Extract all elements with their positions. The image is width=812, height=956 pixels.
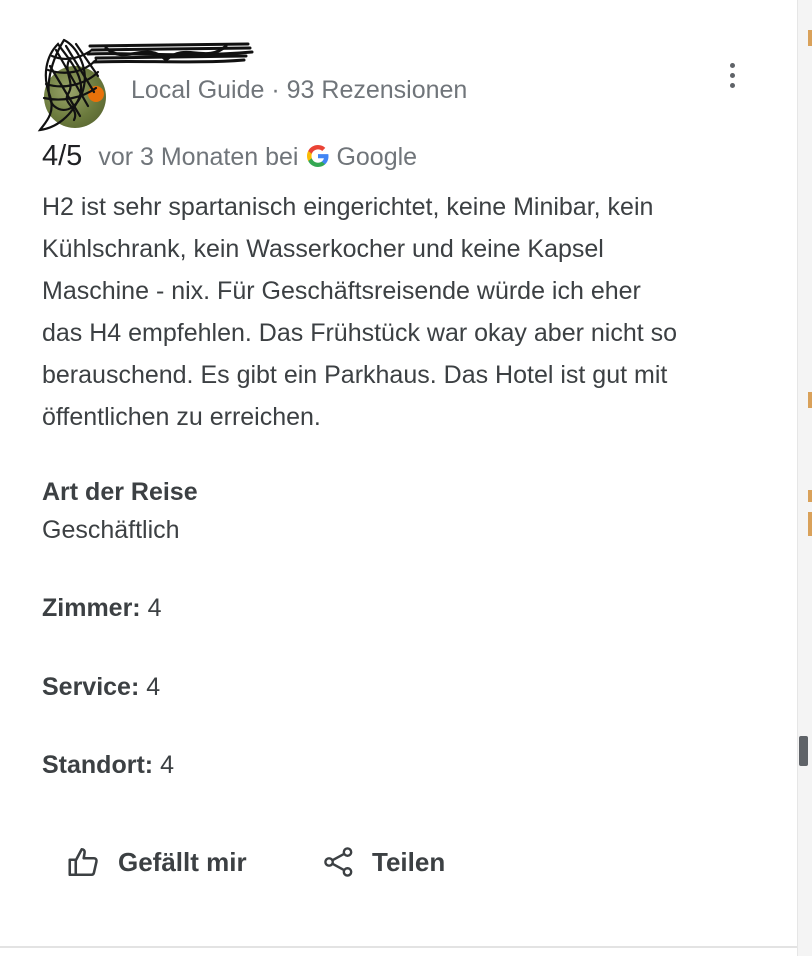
share-icon	[324, 847, 353, 877]
like-button-label: Gefällt mir	[118, 846, 247, 877]
more-vert-icon-dot	[729, 72, 735, 78]
more-options-button[interactable]	[718, 58, 746, 92]
card-divider	[0, 946, 797, 948]
review-text-line: berauschend. Es gibt ein Parkhaus. Das H…	[42, 361, 668, 389]
thumb-up-icon	[68, 847, 98, 877]
like-button[interactable]: Gefällt mir	[66, 838, 247, 886]
sub-rating-location: Standort: 4	[42, 751, 174, 780]
sub-rating-label: Service:	[42, 673, 140, 701]
review-text-line: H2 ist sehr spartanisch eingerichtet, ke…	[42, 193, 654, 221]
trip-type-value: Geschäftlich	[42, 516, 180, 544]
edge-decoration	[808, 490, 812, 502]
edge-decoration	[808, 512, 812, 536]
scrollbar-track[interactable]	[797, 0, 812, 956]
review-card: Local Guide · 93 Rezensionen 4/5 vor 3 M…	[0, 0, 797, 946]
trip-type-label: Art der Reise	[42, 478, 198, 506]
review-text-line: Kühlschrank, kein Wasserkocher und keine…	[42, 235, 604, 263]
scrollbar-thumb[interactable]	[799, 736, 808, 766]
review-text: H2 ist sehr spartanisch eingerichtet, ke…	[42, 186, 772, 438]
reviewer-avatar[interactable]	[36, 36, 254, 136]
more-vert-icon	[729, 62, 735, 68]
sub-rating-label: Zimmer:	[42, 594, 141, 622]
sub-rating-rooms: Zimmer: 4	[42, 594, 162, 623]
share-button-label: Teilen	[372, 846, 446, 877]
sub-rating-value: 4	[147, 594, 162, 622]
sub-rating-service: Service: 4	[42, 673, 160, 702]
page: Local Guide · 93 Rezensionen 4/5 vor 3 M…	[0, 0, 812, 956]
edge-decoration	[808, 30, 812, 46]
review-source: Google	[336, 143, 418, 171]
sub-rating-value: 4	[146, 673, 161, 701]
more-vert-icon-dot	[729, 82, 735, 88]
sub-rating-value: 4	[160, 751, 174, 779]
share-button[interactable]: Teilen	[322, 838, 445, 886]
reviewer-meta[interactable]: Local Guide · 93 Rezensionen	[131, 76, 467, 105]
google-g-icon	[307, 145, 329, 167]
review-text-line: das H4 empfehlen. Das Frühstück war okay…	[42, 319, 678, 347]
review-time: vor 3 Monaten bei	[98, 143, 299, 171]
rating-value: 4/5	[42, 140, 83, 172]
review-text-line: öffentlichen zu erreichen.	[42, 403, 321, 431]
sub-rating-label: Standort:	[42, 751, 154, 779]
edge-decoration	[808, 392, 812, 408]
rating-row: 4/5 vor 3 Monaten bei Google	[42, 140, 417, 176]
review-text-line: Maschine - nix. Für Geschäftsreisende wü…	[42, 277, 641, 305]
